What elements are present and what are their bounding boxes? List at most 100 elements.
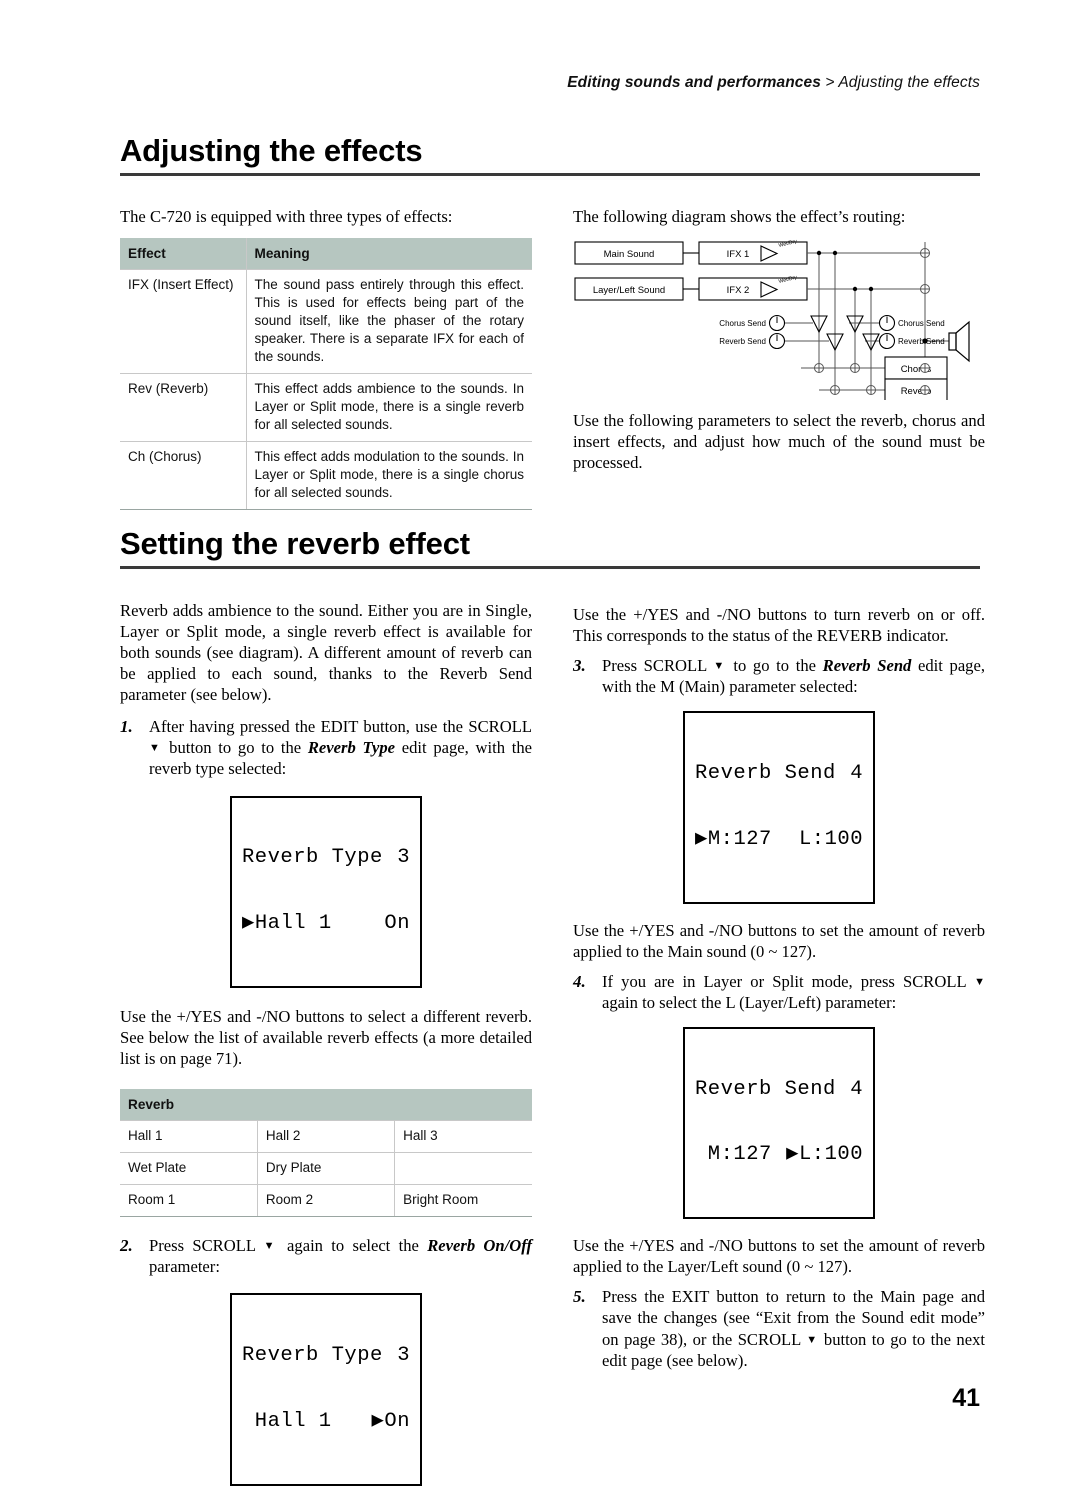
- right-column-top: The following diagram shows the effect’s…: [573, 206, 985, 238]
- lcd-value-left: ▶Hall 1: [242, 912, 332, 936]
- reverb-select-paragraph: Use the +/YES and -/NO buttons to select…: [120, 1006, 532, 1068]
- step-4-text-b: again to select the L (Layer/Left) param…: [602, 992, 897, 1012]
- step-3-text-b: to go to the: [726, 656, 823, 676]
- step-4: 4. If you are in Layer or Split mode, pre…: [573, 971, 985, 1013]
- svg-text:Reverb Send: Reverb Send: [898, 337, 945, 346]
- step-number: 3.: [573, 656, 586, 676]
- cell-effect-name: Rev (Reverb): [120, 373, 246, 442]
- reverb-onoff-note: Use the +/YES and -/NO buttons to turn r…: [573, 605, 985, 646]
- reverb-intro-paragraph: Reverb adds ambience to the sound. Eithe…: [120, 601, 532, 705]
- section-heading-reverb: Setting the reverb effect: [120, 526, 980, 569]
- step-1-text-a: After having pressed the EDIT button, us…: [149, 717, 532, 737]
- step-number: 1.: [120, 717, 133, 737]
- table-row: Rev (Reverb) This effect adds ambience t…: [120, 373, 532, 442]
- layer-send-note: Use the +/YES and -/NO buttons to set th…: [573, 1236, 985, 1277]
- lcd-page-number: 4: [850, 1077, 863, 1101]
- table-row: Room 1 Room 2 Bright Room: [120, 1184, 532, 1218]
- lcd-line-1: Reverb Send 4: [695, 1077, 863, 1101]
- cell-effect-name: IFX (Insert Effect): [120, 269, 246, 374]
- svg-text:Main Sound: Main Sound: [604, 249, 655, 260]
- cell-reverb-name: Bright Room: [394, 1184, 532, 1218]
- effects-intro-paragraph: The C-720 is equipped with three types o…: [120, 207, 453, 226]
- page-title: Adjusting the effects: [120, 133, 423, 168]
- scroll-down-triangle-icon: ▼: [263, 1240, 279, 1253]
- breadcrumb: Editing sounds and performances > Adjust…: [120, 74, 980, 92]
- cell-reverb-name: Hall 3: [394, 1120, 532, 1153]
- step-2: 2. Press SCROLL ▼ again to select the Rev…: [120, 1235, 532, 1277]
- lcd-value-layer: ▶L:100: [786, 1143, 863, 1167]
- lcd-param-label: Reverb Type: [242, 846, 383, 870]
- heading-rule: [120, 565, 980, 569]
- lcd-line-1: Reverb Send 4: [695, 763, 863, 785]
- lcd-value-right: On: [384, 912, 410, 936]
- lcd-value-main: M:127: [695, 1143, 772, 1167]
- cell-reverb-name: Wet Plate: [120, 1152, 258, 1185]
- params-note-paragraph: Use the following parameters to select t…: [573, 411, 985, 473]
- svg-text:Reverb Send: Reverb Send: [719, 337, 766, 346]
- cell-reverb-name: Hall 1: [120, 1120, 258, 1153]
- step-1-emphasis: Reverb Type: [307, 738, 396, 758]
- heading-rule: [120, 172, 980, 176]
- table-row: Wet Plate Dry Plate: [120, 1152, 532, 1185]
- manual-page: Editing sounds and performances > Adjust…: [0, 0, 1080, 1506]
- left-column-reverb: Reverb adds ambience to the sound. Eithe…: [120, 600, 532, 1486]
- step-4-text-a: If you are in Layer or Split mode, press…: [602, 971, 975, 991]
- lcd-param-label: Reverb Send: [695, 1077, 836, 1101]
- cell-effect-meaning: The sound pass entirely through this eff…: [245, 269, 532, 374]
- reverb-list-table: Reverb Hall 1 Hall 2 Hall 3 Wet Plate Dr…: [120, 1089, 532, 1218]
- step-number: 2.: [120, 1236, 133, 1256]
- main-send-note: Use the +/YES and -/NO buttons to set th…: [573, 920, 985, 961]
- svg-text:IFX 1: IFX 1: [727, 249, 750, 260]
- lcd-value-main: ▶M:127: [695, 827, 772, 851]
- lcd-param-label: Reverb Type: [242, 1344, 383, 1368]
- lcd-page-number: 3: [397, 846, 410, 870]
- right-column-steps: Use the +/YES and -/NO buttons to turn r…: [573, 604, 985, 1381]
- lcd-page-number: 4: [850, 762, 863, 786]
- lcd-line-2: ▶Hall 1 On: [242, 913, 410, 935]
- lcd-display-reverb-type: Reverb Type 3 ▶Hall 1 On: [230, 795, 422, 988]
- lcd-param-label: Reverb Send: [695, 762, 836, 786]
- svg-text:Chorus Send: Chorus Send: [719, 319, 766, 328]
- right-column-params: Use the following parameters to select t…: [573, 410, 985, 484]
- table-header-row: Effect Meaning: [120, 238, 532, 270]
- step-1-text-b: button to go to the: [162, 738, 308, 758]
- svg-text:Layer/Left Sound: Layer/Left Sound: [593, 285, 665, 296]
- step-2-text-a: Press SCROLL: [149, 1236, 264, 1256]
- cell-effect-name: Ch (Chorus): [120, 440, 246, 510]
- lcd-line-1: Reverb Type 3: [242, 1345, 410, 1367]
- lcd-line-2: M:127 ▶L:100: [695, 1144, 863, 1166]
- step-3: 3. Press SCROLL ▼ to go to the Reverb Sen…: [573, 655, 985, 697]
- svg-text:Chorus Send: Chorus Send: [898, 319, 945, 328]
- step-3-emphasis: Reverb Send: [822, 656, 912, 676]
- lcd-value-right: ▶On: [371, 1409, 410, 1433]
- step-2-emphasis: Reverb On/Off: [427, 1236, 532, 1256]
- effects-table: Effect Meaning IFX (Insert Effect) The s…: [120, 238, 532, 510]
- step-2-text-c: parameter:: [149, 1257, 220, 1277]
- scroll-down-triangle-icon: ▼: [974, 975, 985, 988]
- cell-effect-meaning: This effect adds modulation to the sound…: [245, 440, 532, 510]
- cell-reverb-name-empty: [394, 1152, 532, 1185]
- table-header-row: Reverb: [120, 1089, 532, 1121]
- step-number: 4.: [573, 971, 586, 991]
- table-row: Ch (Chorus) This effect adds modulation …: [120, 440, 532, 510]
- lcd-display-reverb-send-layer: Reverb Send 4 M:127 ▶L:100: [683, 1026, 875, 1220]
- scroll-down-triangle-icon: ▼: [806, 1333, 819, 1346]
- reverb-section-title: Setting the reverb effect: [120, 526, 470, 561]
- step-1: 1. After having pressed the EDIT button, …: [120, 716, 532, 779]
- diagram-intro-paragraph: The following diagram shows the effect’s…: [573, 207, 906, 226]
- cell-effect-meaning: This effect adds ambience to the sounds.…: [245, 373, 532, 442]
- column-header-meaning: Meaning: [245, 238, 532, 270]
- lcd-page-number: 3: [397, 1344, 410, 1368]
- svg-text:IFX 2: IFX 2: [727, 285, 750, 296]
- left-column-top: The C-720 is equipped with three types o…: [120, 206, 532, 510]
- breadcrumb-section: Editing sounds and performances: [567, 74, 821, 91]
- cell-reverb-name: Room 2: [256, 1184, 395, 1218]
- step-3-text-a: Press SCROLL: [602, 656, 714, 676]
- breadcrumb-subsection: Adjusting the effects: [838, 74, 980, 91]
- scroll-down-triangle-icon: ▼: [713, 660, 727, 673]
- column-header-reverb: Reverb: [120, 1089, 532, 1121]
- section-heading-effects: Adjusting the effects: [120, 133, 980, 176]
- lcd-value-left: Hall 1: [242, 1409, 332, 1433]
- lcd-line-2: Hall 1 ▶On: [242, 1409, 410, 1433]
- page-number: 41: [952, 1384, 980, 1412]
